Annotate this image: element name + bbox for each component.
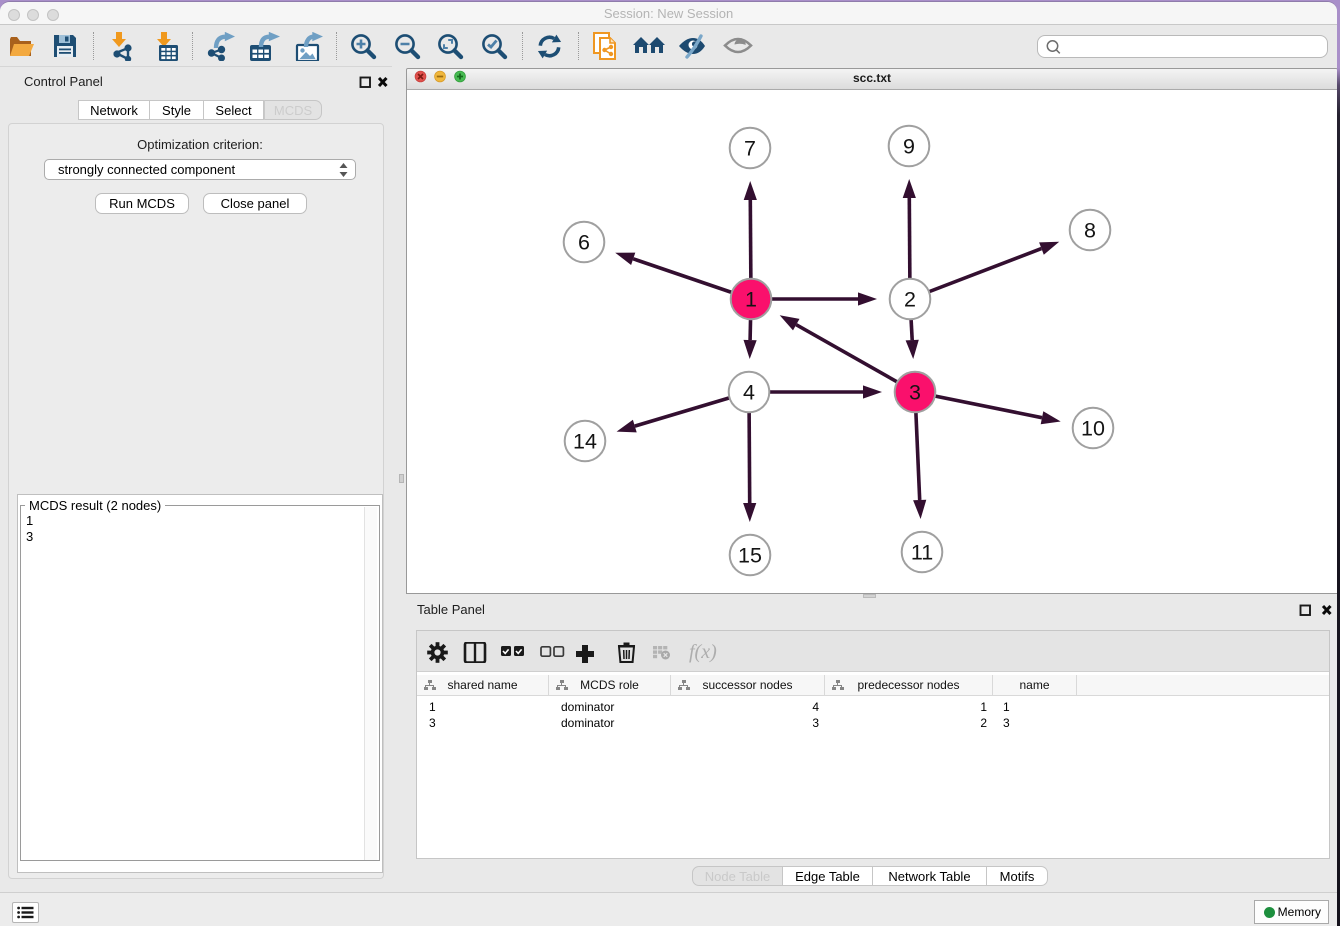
svg-text:9: 9 — [903, 135, 915, 159]
svg-text:1: 1 — [745, 288, 757, 312]
svg-text:6: 6 — [578, 231, 590, 255]
svg-text:2: 2 — [904, 288, 916, 312]
svg-text:4: 4 — [743, 381, 755, 405]
svg-text:14: 14 — [573, 430, 597, 454]
svg-text:15: 15 — [738, 544, 762, 568]
svg-text:f(x): f(x) — [689, 642, 717, 663]
svg-text:10: 10 — [1081, 417, 1105, 441]
svg-text:11: 11 — [911, 541, 933, 565]
svg-text:8: 8 — [1084, 219, 1096, 243]
svg-text:3: 3 — [909, 381, 921, 405]
svg-text:7: 7 — [744, 137, 756, 161]
